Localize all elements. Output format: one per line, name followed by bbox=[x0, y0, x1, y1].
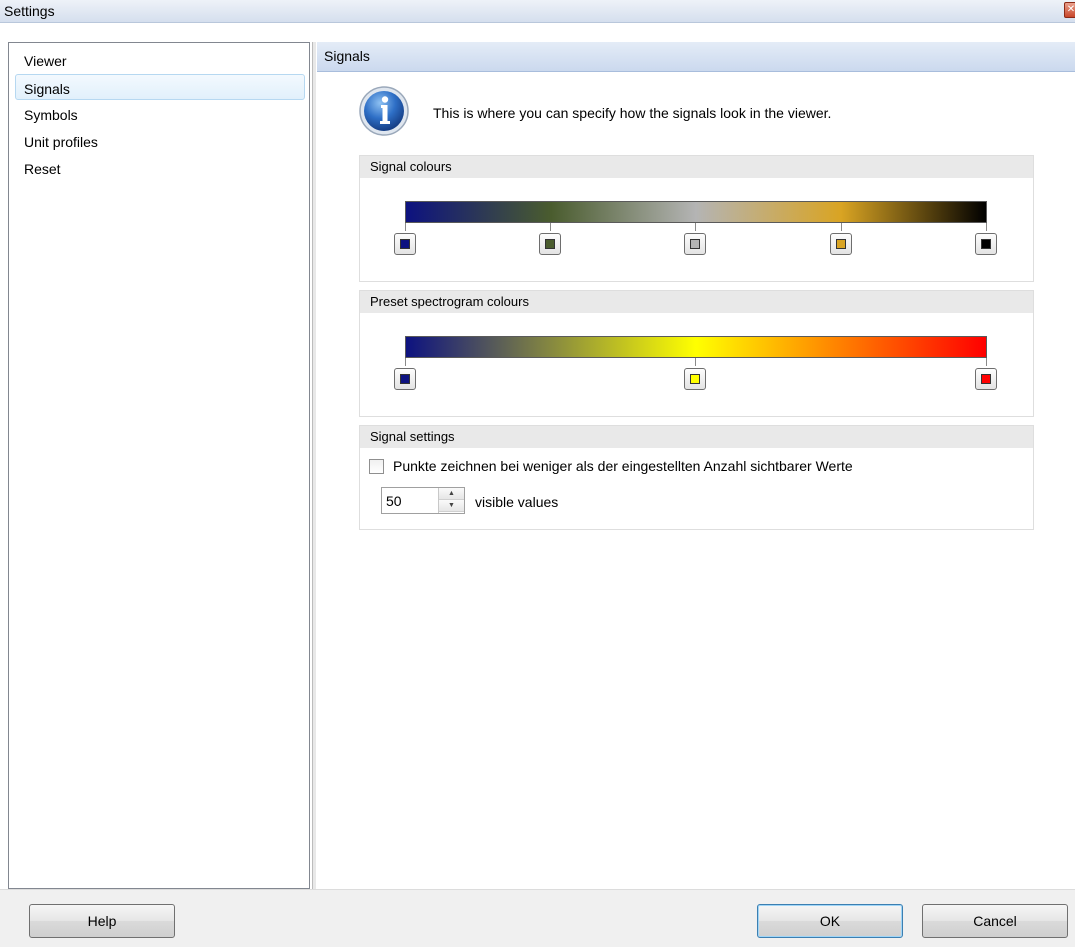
colour-swatch bbox=[836, 239, 846, 249]
signal-colour-stop-5[interactable] bbox=[975, 233, 997, 255]
colour-swatch bbox=[981, 239, 991, 249]
info-text: This is where you can specify how the si… bbox=[433, 105, 832, 121]
spectrogram-colour-stop-3[interactable] bbox=[975, 368, 997, 390]
signal-colour-stop-4[interactable] bbox=[830, 233, 852, 255]
sidebar-item-reset[interactable]: Reset bbox=[15, 155, 305, 181]
panel-splitter[interactable] bbox=[312, 42, 316, 889]
draw-points-checkbox[interactable] bbox=[369, 459, 384, 474]
sidebar-item-symbols[interactable]: Symbols bbox=[15, 101, 305, 127]
spectrogram-colour-gradient bbox=[405, 336, 987, 358]
signal-colour-gradient bbox=[405, 201, 987, 223]
signal-colour-stop-3[interactable] bbox=[684, 233, 706, 255]
page-title: Signals bbox=[317, 42, 1075, 72]
stepper-down-icon[interactable]: ▼ bbox=[439, 500, 464, 512]
draw-points-label: Punkte zeichnen bei weniger als der eing… bbox=[393, 458, 853, 474]
signal-colour-stop-2[interactable] bbox=[539, 233, 561, 255]
window-title: Settings bbox=[4, 3, 55, 19]
close-icon[interactable]: ✕ bbox=[1064, 2, 1075, 18]
spectrogram-colour-stop-1[interactable] bbox=[394, 368, 416, 390]
signal-colours-group: Signal colours bbox=[359, 155, 1034, 282]
visible-values-stepper[interactable]: 50 ▲ ▼ bbox=[381, 487, 465, 514]
stepper-buttons: ▲ ▼ bbox=[438, 488, 464, 513]
stop-tick bbox=[841, 223, 842, 231]
sidebar-item-viewer[interactable]: Viewer bbox=[15, 47, 305, 73]
stop-tick bbox=[986, 223, 987, 231]
signal-colour-stop-1[interactable] bbox=[394, 233, 416, 255]
dialog-footer: Help OK Cancel bbox=[0, 889, 1075, 947]
colour-swatch bbox=[400, 239, 410, 249]
spectrogram-colours-title: Preset spectrogram colours bbox=[360, 291, 1033, 313]
stop-tick bbox=[986, 358, 987, 366]
colour-swatch bbox=[690, 239, 700, 249]
info-icon bbox=[358, 85, 410, 137]
title-bar: Settings ✕ bbox=[0, 0, 1075, 23]
visible-values-label: visible values bbox=[475, 494, 559, 510]
settings-nav-list: Viewer Signals Symbols Unit profiles Res… bbox=[8, 42, 310, 889]
colour-swatch bbox=[981, 374, 991, 384]
visible-values-input[interactable]: 50 bbox=[386, 493, 402, 509]
signal-settings-title: Signal settings bbox=[360, 426, 1033, 448]
stop-tick bbox=[405, 223, 406, 231]
colour-swatch bbox=[690, 374, 700, 384]
stop-tick bbox=[405, 358, 406, 366]
stop-tick bbox=[550, 223, 551, 231]
stop-tick bbox=[695, 223, 696, 231]
cancel-button[interactable]: Cancel bbox=[922, 904, 1068, 938]
help-button[interactable]: Help bbox=[29, 904, 175, 938]
signal-settings-group: Signal settings bbox=[359, 425, 1034, 530]
signal-colours-title: Signal colours bbox=[360, 156, 1033, 178]
colour-swatch bbox=[545, 239, 555, 249]
stepper-up-icon[interactable]: ▲ bbox=[439, 488, 464, 500]
sidebar-item-unit-profiles[interactable]: Unit profiles bbox=[15, 128, 305, 154]
stop-tick bbox=[695, 358, 696, 366]
sidebar-item-signals[interactable]: Signals bbox=[15, 74, 305, 100]
ok-button[interactable]: OK bbox=[757, 904, 903, 938]
colour-swatch bbox=[400, 374, 410, 384]
spectrogram-colours-group: Preset spectrogram colours bbox=[359, 290, 1034, 417]
spectrogram-colour-stop-2[interactable] bbox=[684, 368, 706, 390]
